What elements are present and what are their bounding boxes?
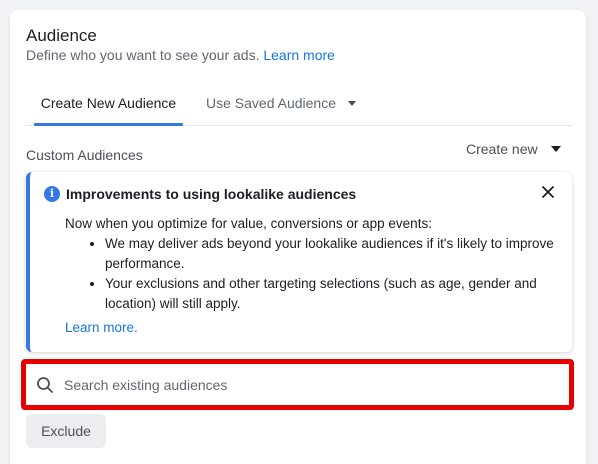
notice-bullet: Your exclusions and other targeting sele… (105, 274, 555, 314)
notice-body: Now when you optimize for value, convers… (65, 214, 555, 314)
section-title: Audience (26, 26, 97, 45)
tab-use-saved-audience[interactable]: Use Saved Audience (206, 88, 356, 126)
caret-down-icon (551, 146, 562, 153)
section-subtitle: Define who you want to see your ads. Lea… (26, 47, 335, 63)
close-icon[interactable] (540, 184, 556, 200)
subtitle-text: Define who you want to see your ads. (26, 47, 260, 63)
search-input[interactable] (64, 371, 554, 398)
search-field[interactable] (28, 366, 567, 403)
notice-intro: Now when you optimize for value, convers… (65, 216, 432, 231)
exclude-button[interactable]: Exclude (26, 414, 106, 448)
tab-create-new-audience[interactable]: Create New Audience (34, 88, 183, 126)
caret-down-icon (347, 100, 356, 106)
notice-bullet: We may deliver ads beyond your lookalike… (105, 234, 555, 274)
info-icon: i (44, 186, 60, 202)
notice-title: Improvements to using lookalike audience… (66, 186, 357, 202)
audience-tabs: Create New Audience Use Saved Audience (26, 88, 572, 126)
learn-more-link[interactable]: Learn more (263, 47, 335, 63)
lookalike-notice: i Improvements to using lookalike audien… (26, 172, 572, 352)
create-new-label: Create new (466, 141, 538, 157)
custom-audiences-label: Custom Audiences (26, 147, 143, 163)
notice-bullets: We may deliver ads beyond your lookalike… (65, 234, 555, 314)
tab-label: Use Saved Audience (206, 95, 336, 111)
search-icon (37, 377, 53, 393)
notice-learn-more-link[interactable]: Learn more. (65, 320, 138, 335)
create-new-dropdown[interactable]: Create new (466, 141, 562, 157)
tab-label: Create New Audience (40, 95, 177, 111)
